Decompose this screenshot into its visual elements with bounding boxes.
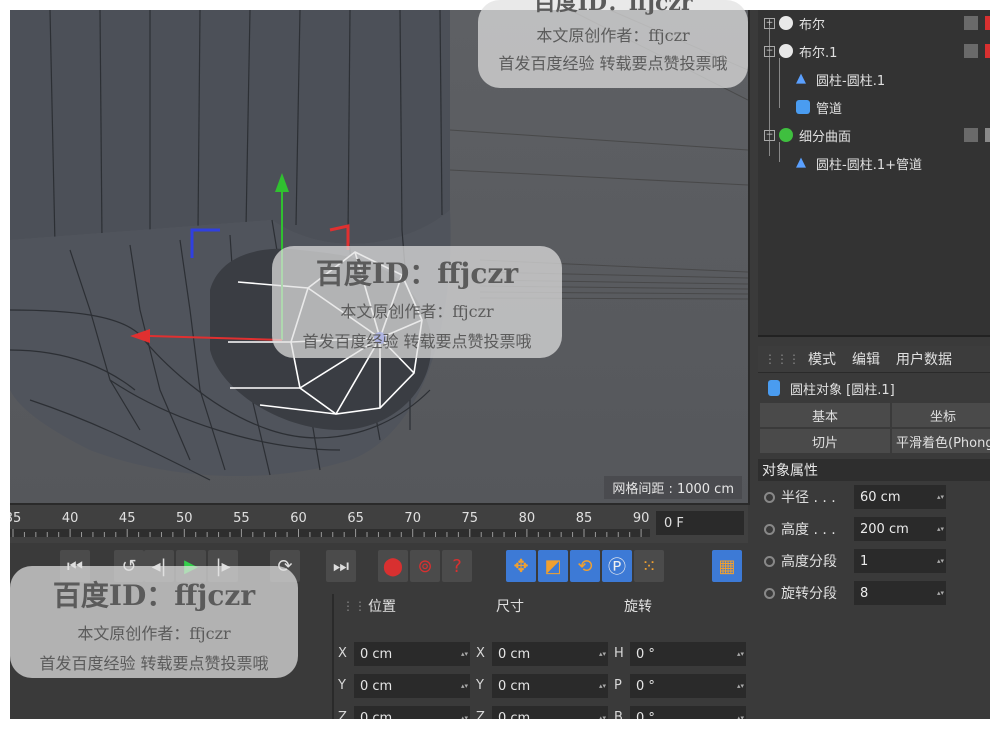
header-size: 尺寸 <box>496 599 524 615</box>
size-x-field[interactable]: 0 cm <box>492 642 608 666</box>
radius-field[interactable]: 60 cm <box>854 485 946 509</box>
step-forward-icon[interactable]: |▸ <box>208 550 238 582</box>
boole-icon <box>779 16 793 30</box>
expand-toggle[interactable]: − <box>764 45 775 57</box>
prop-height: 高度 . . . 200 cm <box>758 513 990 545</box>
transport-toolbar: ⏮ ↺ ◂| ▶ |▸ ⟳ ⏭ ⬤ ⊚ ? ✥ ◩ ⟲ Ⓟ ⁙ ▦ <box>10 543 748 591</box>
tab-coord[interactable]: 坐标 <box>892 403 990 427</box>
visibility-tag-icon[interactable] <box>964 16 978 30</box>
timeline-tick-label: 35 <box>10 511 21 526</box>
animate-radio-icon[interactable] <box>764 555 775 567</box>
step-back-icon[interactable]: ◂| <box>144 550 174 582</box>
attribute-manager: ⋮⋮⋮ 模式 编辑 用户数据 圆柱对象 [圆柱.1] 基本 坐标 切片 平滑着色… <box>758 346 990 719</box>
header-rotation: 旋转 <box>624 599 652 615</box>
timeline-tick-label: 65 <box>347 511 364 526</box>
boole-icon <box>779 44 793 58</box>
object-row-cylinder-merged[interactable]: ▲ 圆柱-圆柱.1 <box>758 66 990 92</box>
render-dot-icon[interactable] <box>985 128 990 142</box>
tube-icon <box>796 100 810 114</box>
prop-radius: 半径 . . . 60 cm <box>758 481 990 513</box>
record-keyframe-icon[interactable]: ⬤ <box>378 550 408 582</box>
expand-toggle[interactable]: + <box>764 17 775 29</box>
prop-height-segments: 高度分段 1 <box>758 545 990 577</box>
go-to-start-icon[interactable]: ⏮ <box>60 550 90 582</box>
polygon-object-icon: ▲ <box>796 71 806 86</box>
help-icon[interactable]: ? <box>442 550 472 582</box>
rotation-p-field[interactable]: 0 ° <box>630 674 746 698</box>
rotation-b-field[interactable]: 0 ° <box>630 706 746 719</box>
menu-user-data[interactable]: 用户数据 <box>896 349 952 369</box>
3d-viewport[interactable]: 网格间距 : 1000 cm <box>10 10 750 505</box>
materials-panel <box>10 594 330 719</box>
render-dot-icon[interactable] <box>985 16 990 30</box>
render-dot-icon[interactable] <box>985 44 990 58</box>
coordinates-header: ⋮⋮⋮ 位置 尺寸 旋转 <box>334 594 750 618</box>
object-row-tube[interactable]: 管道 <box>758 94 990 120</box>
timeline-tick-label: 50 <box>176 511 193 526</box>
cylinder-icon <box>768 380 780 396</box>
grip-icon: ⋮⋮⋮ <box>764 352 800 366</box>
rotation-segments-field[interactable]: 8 <box>854 581 946 605</box>
tab-basic[interactable]: 基本 <box>760 403 890 427</box>
height-field[interactable]: 200 cm <box>854 517 946 541</box>
attribute-menu-bar: ⋮⋮⋮ 模式 编辑 用户数据 <box>758 346 990 373</box>
object-row-subdivision[interactable]: − 细分曲面 <box>758 122 990 148</box>
coordinates-manager: ⋮⋮⋮ 位置 尺寸 旋转 X 0 cm Y 0 cm Z 0 cm X 0 cm… <box>332 594 750 719</box>
timeline[interactable]: 35 40 45 50 55 60 65 70 75 80 85 90 0 F <box>10 505 748 543</box>
animate-radio-icon[interactable] <box>764 523 775 535</box>
position-z-field[interactable]: 0 cm <box>354 706 470 719</box>
visibility-tag-icon[interactable] <box>964 44 978 58</box>
visibility-tag-icon[interactable] <box>964 128 978 142</box>
menu-mode[interactable]: 模式 <box>808 349 836 369</box>
animate-radio-icon[interactable] <box>764 587 775 599</box>
prop-rotation-segments: 旋转分段 8 <box>758 577 990 609</box>
timeline-tick-label: 55 <box>233 511 250 526</box>
timeline-tick-label: 60 <box>290 511 307 526</box>
object-row-boole[interactable]: + 布尔 <box>758 10 990 36</box>
object-row-boole-1[interactable]: − 布尔.1 <box>758 38 990 64</box>
autokey-icon[interactable]: ⊚ <box>410 550 440 582</box>
section-object-properties: 对象属性 <box>758 459 990 481</box>
scale-tool-icon[interactable]: ◩ <box>538 550 568 582</box>
timeline-tick-label: 85 <box>576 511 593 526</box>
rotate-tool-icon[interactable]: ⟲ <box>570 550 600 582</box>
viewport-scene <box>10 10 748 503</box>
timeline-tick-label: 40 <box>62 511 79 526</box>
object-row-merged-result[interactable]: ▲ 圆柱-圆柱.1+管道 <box>758 150 990 176</box>
grid-spacing-readout: 网格间距 : 1000 cm <box>604 476 742 499</box>
timeline-tick-label: 80 <box>519 511 536 526</box>
size-y-field[interactable]: 0 cm <box>492 674 608 698</box>
point-grid-icon[interactable]: ⁙ <box>634 550 664 582</box>
param-tool-icon[interactable]: Ⓟ <box>602 550 632 582</box>
menu-edit[interactable]: 编辑 <box>852 349 880 369</box>
current-frame-field[interactable]: 0 F <box>656 511 744 535</box>
subdivision-surface-icon <box>779 128 793 142</box>
repeat-icon[interactable]: ⟳ <box>270 550 300 582</box>
go-to-end-icon[interactable]: ⏭ <box>326 550 356 582</box>
rotation-h-field[interactable]: 0 ° <box>630 642 746 666</box>
object-manager: + 布尔 − 布尔.1 ▲ 圆柱-圆柱.1 管道 − 细分曲面 ▲ 圆柱-圆柱.… <box>758 10 990 337</box>
attribute-object-title: 圆柱对象 [圆柱.1] <box>758 373 990 403</box>
tab-phong[interactable]: 平滑着色(Phong) <box>892 429 990 453</box>
timeline-ruler[interactable]: 35 40 45 50 55 60 65 70 75 80 85 90 <box>10 505 650 543</box>
timeline-tick-label: 70 <box>404 511 421 526</box>
polygon-object-icon: ▲ <box>796 155 806 170</box>
timeline-tick-label: 45 <box>119 511 136 526</box>
expand-toggle[interactable]: − <box>764 129 775 141</box>
attribute-tabs: 基本 坐标 切片 平滑着色(Phong) <box>758 403 990 453</box>
height-segments-field[interactable]: 1 <box>854 549 946 573</box>
loop-icon[interactable]: ↺ <box>114 550 144 582</box>
timeline-tick-label: 90 <box>633 511 650 526</box>
play-icon[interactable]: ▶ <box>176 550 206 582</box>
film-strip-icon[interactable]: ▦ <box>712 550 742 582</box>
size-z-field[interactable]: 0 cm <box>492 706 608 719</box>
animate-radio-icon[interactable] <box>764 491 775 503</box>
position-x-field[interactable]: 0 cm <box>354 642 470 666</box>
header-position: 位置 <box>368 599 396 615</box>
position-y-field[interactable]: 0 cm <box>354 674 470 698</box>
tab-slice[interactable]: 切片 <box>760 429 890 453</box>
move-tool-icon[interactable]: ✥ <box>506 550 536 582</box>
timeline-tick-label: 75 <box>462 511 479 526</box>
cinema4d-window: 网格间距 : 1000 cm + 布尔 − 布尔.1 ▲ 圆柱-圆柱.1 管道 … <box>10 10 990 719</box>
